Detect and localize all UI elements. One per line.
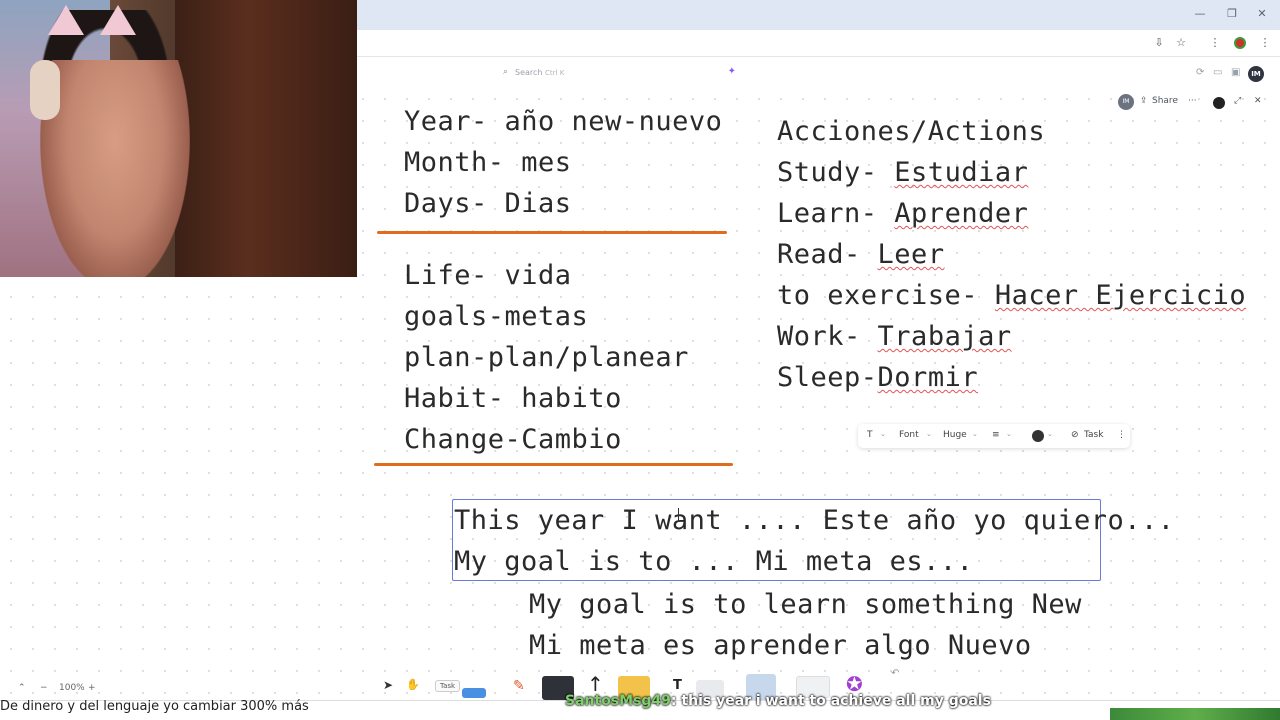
user-avatar[interactable]: IM xyxy=(1248,66,1264,82)
browser-profile-avatar[interactable] xyxy=(1234,37,1246,49)
text-line: Month- mes xyxy=(404,147,572,178)
address-bar[interactable] xyxy=(357,30,1280,57)
streamer xyxy=(40,60,190,277)
chevron-down-icon: ⌄ xyxy=(1047,430,1053,438)
chevron-down-icon: ⌄ xyxy=(926,430,932,438)
install-app-icon[interactable]: ⇩ xyxy=(1152,36,1166,49)
text-cursor xyxy=(678,508,679,522)
spellcheck-word: Hacer Ejercicio xyxy=(994,280,1247,311)
orange-divider[interactable] xyxy=(377,231,727,234)
align-dropdown[interactable]: ≡ xyxy=(992,430,1000,440)
text-line: My goal is to learn something New xyxy=(529,589,1082,620)
chevron-down-icon: ⌄ xyxy=(972,430,978,438)
close-panel-icon[interactable]: ✕ xyxy=(1254,96,1262,106)
actions-heading: Acciones/Actions xyxy=(777,116,1046,147)
chat-message: SantosMsg49: this year i want to achieve… xyxy=(565,693,991,709)
cat-ear-headband xyxy=(100,5,136,35)
hand-tool-icon[interactable]: ✋ xyxy=(406,678,420,691)
text-line: Work- Trabajar xyxy=(777,321,1012,352)
text-line: Days- Dias xyxy=(404,188,572,219)
browser-menu-icon[interactable]: ⋮ xyxy=(1258,36,1272,49)
extensions-icon[interactable]: ⋮ xyxy=(1208,36,1222,49)
search-shortcut: Ctrl K xyxy=(545,69,565,77)
font-size-dropdown[interactable]: Huge xyxy=(943,430,967,440)
text-line: Year- año new-nuevo xyxy=(404,106,723,137)
zoom-out-button[interactable]: − xyxy=(40,683,48,693)
headset xyxy=(30,60,60,120)
text-line: to exercise- Hacer Ejercicio xyxy=(777,280,1247,311)
layout-icon[interactable]: ▣ xyxy=(1231,67,1240,78)
record-icon[interactable] xyxy=(1213,97,1225,109)
pen-tool-icon[interactable]: ✎ xyxy=(513,678,525,694)
task-icon: ⊘ xyxy=(1071,430,1079,440)
chevron-down-icon: ⌄ xyxy=(880,430,886,438)
collapse-icon[interactable]: ⌃ xyxy=(18,683,26,693)
undo-icon[interactable]: ↶ xyxy=(891,668,899,679)
text-line: plan-plan/planear xyxy=(404,342,689,373)
minimize-button[interactable]: — xyxy=(1190,7,1210,20)
spellcheck-word: Dormir xyxy=(877,362,979,393)
search-input[interactable]: ⌕ Search Ctrl K ✦ xyxy=(500,65,740,82)
cat-ear-headband xyxy=(48,5,84,35)
font-dropdown[interactable]: Font xyxy=(899,430,919,440)
chat-separator: : xyxy=(670,693,682,709)
task-chip[interactable]: Task xyxy=(435,680,461,692)
more-options-icon[interactable]: ··· xyxy=(1188,96,1197,106)
text-format-toolbar: T ⌄ Font ⌄ Huge ⌄ ≡ ⌄ ⌄ ⊘ Task ⋮ xyxy=(858,424,1130,448)
text-line: Habit- habito xyxy=(404,383,622,414)
chevron-down-icon: ⌄ xyxy=(1006,430,1012,438)
expand-icon[interactable]: ⤢ xyxy=(1234,96,1241,106)
bookmark-star-icon[interactable]: ☆ xyxy=(1174,36,1188,49)
time-words-list[interactable]: Year- año new-nuevo Month- mes Days- Dia… xyxy=(404,101,722,224)
monitor-icon[interactable]: ▭ xyxy=(1213,67,1222,78)
zoom-level[interactable]: 100% xyxy=(59,683,85,693)
text-line: Study- Estudiar xyxy=(777,157,1029,188)
spellcheck-word: Estudiar xyxy=(894,157,1029,188)
share-icon: ⇪ xyxy=(1140,96,1148,106)
text-line: My goal is to ... Mi meta es... xyxy=(454,546,974,577)
sync-icon[interactable]: ⟳ xyxy=(1196,67,1204,78)
text-tool-icon[interactable]: T xyxy=(673,678,682,693)
text-line: Mi meta es aprender algo Nuevo xyxy=(529,630,1032,661)
close-window-button[interactable]: ✕ xyxy=(1252,7,1272,20)
zoom-in-button[interactable]: + xyxy=(88,683,96,693)
more-options-icon[interactable]: ⋮ xyxy=(1117,430,1126,440)
collaborator-avatar[interactable]: IM xyxy=(1118,94,1134,110)
browser-title-bar: — ❐ ✕ xyxy=(357,0,1280,30)
text-line: Sleep-Dormir xyxy=(777,362,979,393)
text-line: Learn- Aprender xyxy=(777,198,1029,229)
chat-username: SantosMsg49 xyxy=(565,693,671,709)
task-button[interactable]: Task xyxy=(1084,430,1103,440)
sticky-note-blue[interactable] xyxy=(462,688,486,698)
example-sentences[interactable]: My goal is to learn something New Mi met… xyxy=(529,584,1082,666)
decorative-grass xyxy=(1110,708,1280,720)
text-line: Read- Leer xyxy=(777,239,945,270)
text-line: This year I want .... Este año yo quiero… xyxy=(454,505,1175,536)
selected-text-content[interactable]: This year I want .... Este año yo quiero… xyxy=(454,500,1174,582)
background-door xyxy=(175,0,357,277)
webcam-overlay xyxy=(0,0,357,277)
orange-divider[interactable] xyxy=(374,463,733,466)
restore-button[interactable]: ❐ xyxy=(1222,7,1242,20)
life-words-list[interactable]: Life- vida goals-metas plan-plan/planear… xyxy=(404,255,689,460)
app-toolbar xyxy=(357,58,1280,88)
text-line: Change-Cambio xyxy=(404,424,622,455)
spellcheck-word: Aprender xyxy=(894,198,1029,229)
stream-ticker: De dinero y del lenguaje yo cambiar 300%… xyxy=(0,699,309,714)
spellcheck-word: Leer xyxy=(877,239,945,270)
spellcheck-word: Trabajar xyxy=(877,321,1012,352)
ai-sparkle-icon[interactable]: ✦ xyxy=(728,66,736,77)
text-type-dropdown[interactable]: T xyxy=(867,430,873,440)
text-line: Life- vida xyxy=(404,260,572,291)
search-placeholder: Search xyxy=(515,68,543,77)
search-icon: ⌕ xyxy=(503,67,509,77)
share-button[interactable]: Share xyxy=(1152,96,1178,106)
text-color-swatch[interactable] xyxy=(1032,430,1044,442)
chat-text: this year i want to achieve all my goals xyxy=(681,693,991,709)
select-tool-icon[interactable]: ➤ xyxy=(383,678,393,692)
text-line: goals-metas xyxy=(404,301,589,332)
actions-words-list[interactable]: Acciones/Actions Study- Estudiar Learn- … xyxy=(777,111,1246,398)
